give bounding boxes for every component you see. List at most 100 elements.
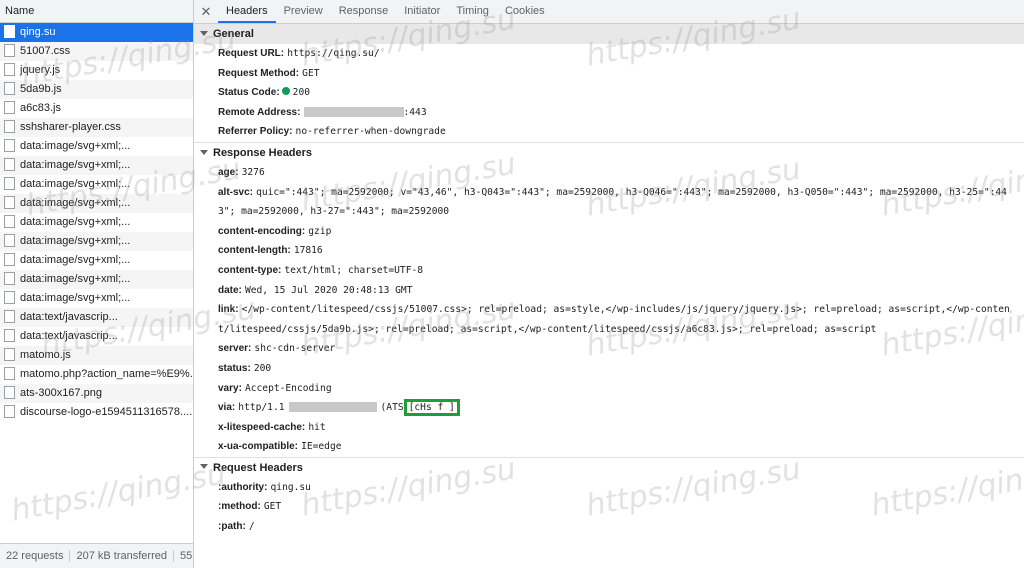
request-row[interactable]: matomo.php?action_name=%E9%... <box>0 365 193 384</box>
requests-count: 22 requests <box>0 550 71 562</box>
request-headers-section-header[interactable]: Request Headers <box>194 456 1024 478</box>
file-icon <box>4 271 15 285</box>
request-name: data:text/javascrip... <box>20 330 118 343</box>
header-key: Request URL: <box>218 48 285 59</box>
request-row[interactable]: matomo.js <box>0 346 193 365</box>
tab-response[interactable]: Response <box>331 0 397 23</box>
request-name: 5da9b.js <box>20 83 62 96</box>
redacted-block <box>303 106 404 117</box>
header-row: content-type: text/html; charset=UTF-8 <box>194 261 1024 281</box>
file-icon <box>4 157 15 171</box>
request-row[interactable]: data:image/svg+xml;... <box>0 232 193 251</box>
header-key: server: <box>218 343 252 355</box>
header-row: :method: GET <box>194 497 1024 517</box>
file-icon <box>4 43 15 57</box>
response-headers-section-header[interactable]: Response Headers <box>194 141 1024 163</box>
request-row[interactable]: data:image/svg+xml;... <box>0 175 193 194</box>
header-value: text/html; charset=UTF-8 <box>284 264 424 276</box>
header-row: x-ua-compatible: IE=edge <box>194 437 1024 457</box>
collapse-triangle-icon <box>200 464 208 470</box>
header-key: :path: <box>218 521 246 533</box>
header-row: alt-svc: quic=":443"; ma=2592000; v="43,… <box>194 183 1024 222</box>
header-value: qing.su <box>270 481 311 493</box>
close-icon[interactable]: ✕ <box>194 4 218 20</box>
header-value: Wed, 15 Jul 2020 20:48:13 GMT <box>244 284 413 296</box>
request-name: discourse-logo-e1594511316578.... <box>20 406 193 419</box>
request-row[interactable]: qing.su <box>0 23 193 42</box>
request-name: ats-300x167.png <box>20 387 102 400</box>
request-row[interactable]: data:image/svg+xml;... <box>0 194 193 213</box>
header-key: Referrer Policy: <box>218 126 293 138</box>
name-column-header[interactable]: Name <box>0 0 193 23</box>
collapse-triangle-icon <box>200 149 208 155</box>
header-key: :authority: <box>218 481 268 493</box>
request-row[interactable]: data:text/javascrip... <box>0 308 193 327</box>
request-name: matomo.js <box>20 349 71 362</box>
request-row[interactable]: discourse-logo-e1594511316578.... <box>0 403 193 422</box>
header-key: :method: <box>218 501 261 513</box>
request-row[interactable]: data:image/svg+xml;... <box>0 289 193 308</box>
header-key: date: <box>218 284 242 296</box>
header-row: via: http/1.1 (ATS [cHs f ] <box>194 398 1024 418</box>
request-list: qing.su 51007.css jquery.js 5da9b.js a6c83.j… <box>0 23 193 422</box>
tab-cookies[interactable]: Cookies <box>497 0 553 23</box>
request-row[interactable]: sshsharer-player.css <box>0 118 193 137</box>
request-row[interactable]: data:image/svg+xml;... <box>0 213 193 232</box>
request-name: 51007.css <box>20 45 71 58</box>
request-row[interactable]: data:text/javascrip... <box>0 327 193 346</box>
file-icon <box>4 252 15 266</box>
header-value: 3276 <box>241 166 265 178</box>
header-value: https://qing.su/ <box>287 48 380 59</box>
file-icon <box>4 404 15 418</box>
request-row[interactable]: data:image/svg+xml;... <box>0 251 193 270</box>
header-row: Status Code: 200 <box>194 83 1024 103</box>
file-icon <box>4 176 15 190</box>
request-list-panel: Name qing.su 51007.css jquery.js 5da9b.js a6… <box>0 0 194 568</box>
file-icon <box>4 62 15 76</box>
header-row: Request Method: GET <box>194 64 1024 84</box>
file-icon <box>4 138 15 152</box>
header-row: link: </wp-content/litespeed/cssjs/51007… <box>194 300 1024 339</box>
header-row: age: 3276 <box>194 163 1024 183</box>
header-key: content-length: <box>218 245 291 257</box>
header-value: shc-cdn-server <box>254 343 336 355</box>
header-value: GET <box>302 67 320 79</box>
request-row[interactable]: ats-300x167.png <box>0 384 193 403</box>
header-row: Remote Address: :443 <box>194 103 1024 123</box>
header-key: via: <box>218 402 236 414</box>
headers-panel: ✕ Headers Preview Response Initiator Tim… <box>194 0 1024 568</box>
header-key: Remote Address: <box>218 106 301 118</box>
request-name: data:image/svg+xml;... <box>20 140 131 153</box>
header-value: 200 <box>292 87 310 99</box>
file-icon <box>4 195 15 209</box>
header-row: content-length: 17816 <box>194 241 1024 261</box>
request-row[interactable]: a6c83.js <box>0 99 193 118</box>
tab-timing[interactable]: Timing <box>448 0 497 23</box>
request-name: data:image/svg+xml;... <box>20 178 131 191</box>
general-section-header[interactable]: General <box>194 24 1024 44</box>
request-name: sshsharer-player.css <box>20 121 121 134</box>
request-row[interactable]: data:image/svg+xml;... <box>0 137 193 156</box>
header-value: :443 <box>403 106 427 118</box>
header-row: Referrer Policy: no-referrer-when-downgr… <box>194 122 1024 142</box>
request-row[interactable]: jquery.js <box>0 61 193 80</box>
header-value: no-referrer-when-downgrade <box>295 126 446 138</box>
highlighted-cache-code: [cHs f ] <box>403 399 460 417</box>
tab-headers[interactable]: Headers <box>218 0 276 23</box>
header-row: server: shc-cdn-server <box>194 339 1024 359</box>
tab-preview[interactable]: Preview <box>276 0 331 23</box>
request-row[interactable]: 51007.css <box>0 42 193 61</box>
detail-tabbar: ✕ Headers Preview Response Initiator Tim… <box>194 0 1024 24</box>
tab-initiator[interactable]: Initiator <box>396 0 448 23</box>
header-row: :path: / <box>194 517 1024 537</box>
request-name: a6c83.js <box>20 102 61 115</box>
file-icon <box>4 214 15 228</box>
header-value: 200 <box>253 362 272 374</box>
header-value: hit <box>308 421 326 433</box>
request-row[interactable]: data:image/svg+xml;... <box>0 156 193 175</box>
request-name: data:image/svg+xml;... <box>20 254 131 267</box>
request-row[interactable]: 5da9b.js <box>0 80 193 99</box>
transferred-size: 207 kB transferred <box>70 550 174 562</box>
header-key: content-type: <box>218 264 282 276</box>
request-row[interactable]: data:image/svg+xml;... <box>0 270 193 289</box>
